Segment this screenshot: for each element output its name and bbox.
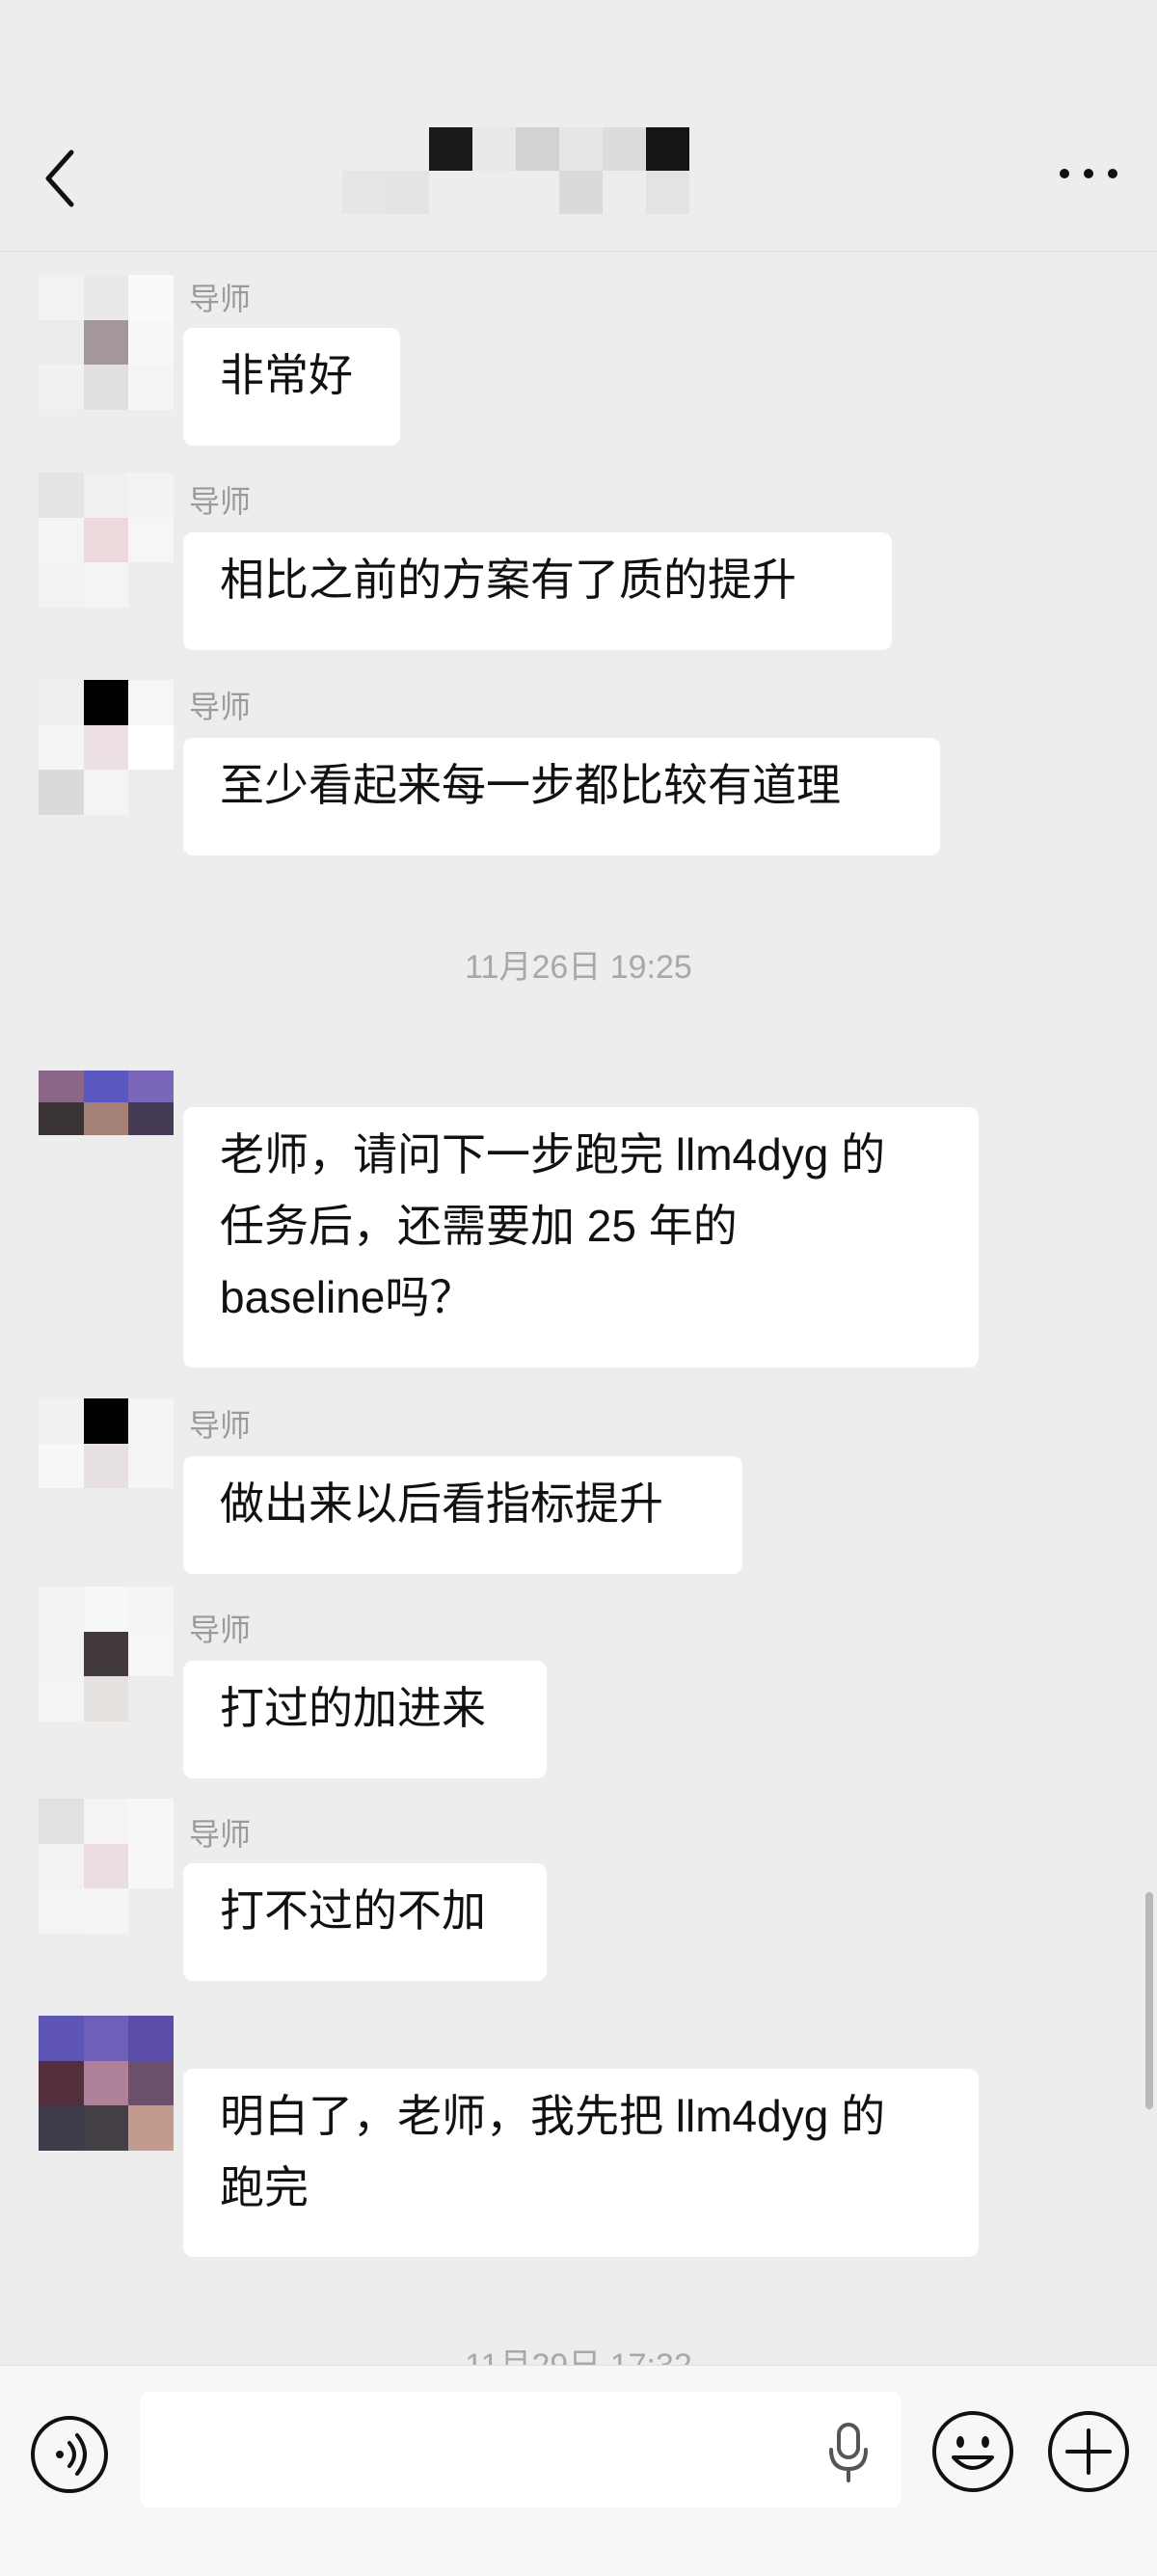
message-bubble[interactable]: 至少看起来每一步都比较有道理 [183,738,940,855]
back-button[interactable] [39,145,87,212]
avatar[interactable] [39,473,174,608]
sender-name: 导师 [189,1817,252,1852]
scrollbar[interactable] [1145,1892,1153,2109]
sender-name: 导师 [189,484,252,519]
avatar[interactable] [39,2016,174,2151]
avatar[interactable] [39,1071,174,1167]
chat-title-pixelated [342,127,728,214]
emoji-button[interactable] [930,2409,1015,2494]
message-bubble[interactable]: 非常好 [183,328,400,446]
plus-icon [1048,2411,1129,2492]
avatar[interactable] [39,1398,174,1533]
message-bubble[interactable]: 老师，请问下一步跑完 llm4dyg 的 任务后，还需要加 25 年的 base… [183,1107,979,1368]
avatar[interactable] [39,1799,174,1934]
chevron-left-icon [45,149,74,207]
sender-name: 导师 [189,282,252,316]
message-input[interactable] [140,2392,901,2508]
voice-mode-button[interactable] [29,2414,110,2495]
sender-name: 导师 [189,690,252,724]
more-dots-icon [1060,169,1117,178]
message-bubble[interactable]: 相比之前的方案有了质的提升 [183,532,892,650]
avatar[interactable] [39,680,174,815]
message-bubble[interactable]: 打不过的不加 [183,1863,547,1981]
sender-name: 导师 [189,1408,252,1443]
input-bar [0,2365,1157,2576]
emoji-icon [932,2411,1013,2492]
top-bar [0,0,1157,252]
avatar[interactable] [39,275,174,410]
plus-button[interactable] [1046,2409,1131,2494]
message-bubble[interactable]: 打过的加进来 [183,1661,547,1778]
microphone-icon [829,2423,868,2482]
microphone-button[interactable] [824,2419,873,2486]
more-button[interactable] [1055,159,1122,188]
avatar[interactable] [39,1586,174,1722]
message-bubble[interactable]: 明白了，老师，我先把 llm4dyg 的 跑完 [183,2069,979,2257]
sender-name: 导师 [189,1613,252,1647]
voice-mode-icon [31,2416,108,2493]
message-bubble[interactable]: 做出来以后看指标提升 [183,1456,742,1574]
timestamp: 11月26日 19:25 [465,949,692,986]
